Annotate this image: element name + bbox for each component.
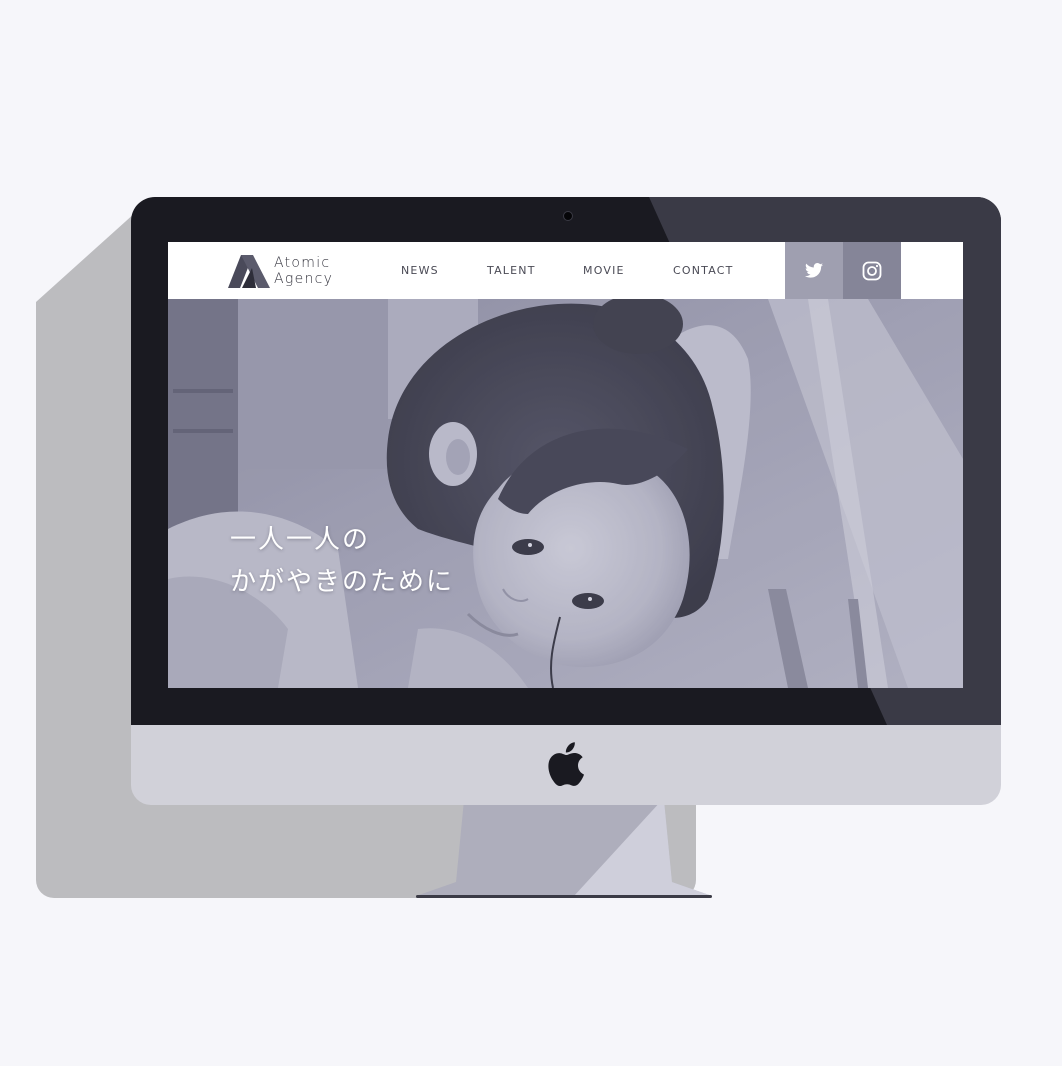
twitter-bird-icon bbox=[805, 263, 823, 278]
nav-contact[interactable]: CONTACT bbox=[673, 242, 734, 299]
twitter-button[interactable] bbox=[785, 242, 843, 299]
hero-tagline: 一人一人の かがやきのために bbox=[230, 519, 454, 603]
site-header: Atomic Agency NEWS TALENT MOVIE CONTACT bbox=[168, 242, 963, 299]
logo-mark-icon bbox=[228, 254, 270, 288]
brand-name-line2: Agency bbox=[274, 271, 334, 287]
hero-section: 一人一人の かがやきのために bbox=[168, 299, 963, 688]
monitor-bezel: Atomic Agency NEWS TALENT MOVIE CONTACT bbox=[131, 197, 1001, 725]
apple-logo-icon bbox=[548, 742, 584, 787]
monitor-stand-base bbox=[416, 895, 712, 898]
hero-photo bbox=[168, 299, 963, 688]
hero-tagline-line1: 一人一人の bbox=[230, 525, 371, 555]
hero-tagline-line2: かがやきのために bbox=[230, 567, 455, 597]
brand-name-line1: Atomic bbox=[274, 255, 331, 271]
imac-monitor: Atomic Agency NEWS TALENT MOVIE CONTACT bbox=[131, 197, 1001, 805]
instagram-button[interactable] bbox=[843, 242, 901, 299]
webcam bbox=[563, 211, 573, 221]
nav-news[interactable]: NEWS bbox=[401, 242, 439, 299]
brand-name: Atomic Agency bbox=[274, 255, 333, 287]
instagram-camera-icon bbox=[862, 261, 882, 280]
website-screen: Atomic Agency NEWS TALENT MOVIE CONTACT bbox=[168, 242, 963, 688]
nav-talent[interactable]: TALENT bbox=[487, 242, 536, 299]
nav-movie[interactable]: MOVIE bbox=[583, 242, 625, 299]
brand-logo[interactable]: Atomic Agency bbox=[228, 254, 333, 288]
